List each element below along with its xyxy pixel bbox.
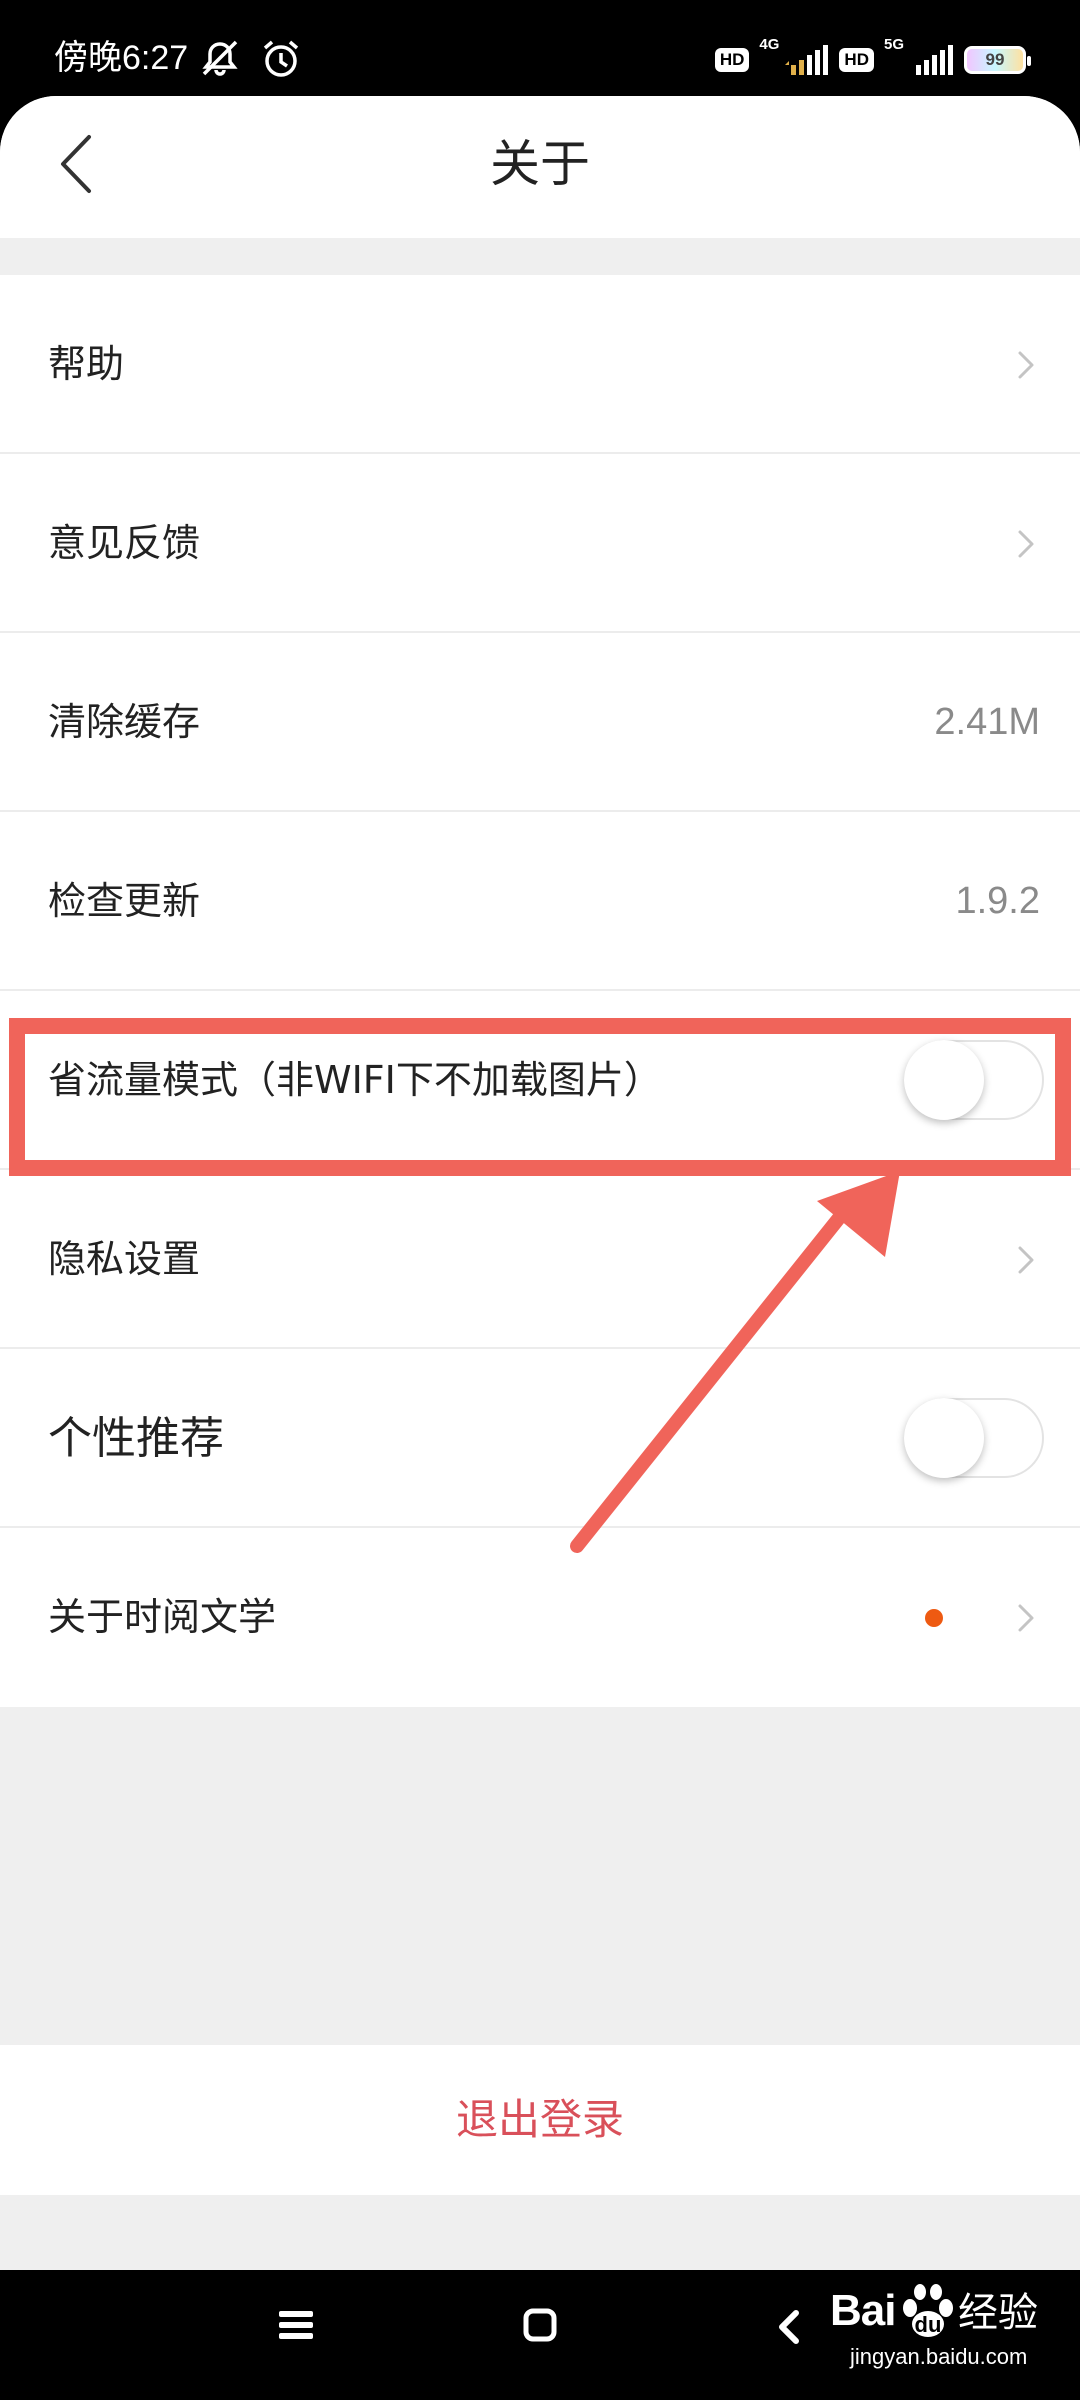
logout-button[interactable]: 退出登录: [0, 2045, 1080, 2195]
personalized-recommendation-toggle[interactable]: [904, 1398, 1044, 1478]
hd-badge: HD: [714, 48, 750, 72]
row-label: 个性推荐: [48, 1413, 224, 1464]
row-label: 省流量模式（非WIFI下不加载图片）: [48, 1058, 662, 1102]
row-label: 检查更新: [48, 879, 201, 923]
status-bar: 傍晚6:27 HD 4G HD 5G 99: [0, 0, 1080, 96]
settings-list: 帮助 意见反馈 清除缓存 2.41M 检查更新 1.9.2 省流量模式（非WIF…: [0, 275, 1080, 1707]
battery-level: 99: [985, 50, 1005, 69]
watermark-url: jingyan.baidu.com: [850, 2344, 1028, 2369]
home-icon[interactable]: [522, 2307, 558, 2343]
privacy-settings-row[interactable]: 隐私设置: [0, 1170, 1080, 1349]
row-label: 意见反馈: [48, 521, 201, 565]
menu-icon[interactable]: [277, 2307, 315, 2343]
check-update-row[interactable]: 检查更新 1.9.2: [0, 812, 1080, 991]
alarm-icon: [263, 40, 299, 77]
header: 关于: [0, 96, 1080, 238]
signal-icon-2: [916, 45, 953, 75]
paw-logo-icon: du: [903, 2284, 953, 2337]
row-label: 清除缓存: [48, 700, 201, 744]
personalized-recommendation-row: 个性推荐: [0, 1349, 1080, 1528]
status-right-group: HD 4G HD 5G 99: [714, 36, 1031, 80]
watermark-brand: Bai: [830, 2286, 896, 2335]
battery-icon: 99: [964, 46, 1031, 74]
svg-text:du: du: [915, 2312, 942, 2337]
row-label: 关于时阅文学: [48, 1595, 277, 1639]
network-type-label-2: 5G: [883, 36, 904, 53]
clear-cache-row[interactable]: 清除缓存 2.41M: [0, 633, 1080, 812]
about-screen: 关于 帮助 意见反馈 清除缓存 2.41M 检查更新 1.9.2 省流量模式（非…: [0, 96, 1080, 2270]
logout-bar: 退出登录: [0, 2045, 1080, 2195]
help-row[interactable]: 帮助: [0, 275, 1080, 454]
network-type-label: 4G: [759, 36, 780, 53]
watermark-suffix: 经验: [958, 2290, 1038, 2336]
hd-badge-2: HD: [839, 48, 874, 72]
new-badge-dot: [925, 1609, 943, 1627]
cache-size-value: 2.41M: [934, 701, 1040, 743]
chevron-right-icon: [1018, 1604, 1034, 1632]
data-saver-row: 省流量模式（非WIFI下不加载图片）: [0, 991, 1080, 1170]
signal-icon: [785, 45, 829, 75]
page-title: 关于: [490, 135, 590, 193]
toggle-knob: [904, 1398, 984, 1478]
version-value: 1.9.2: [955, 880, 1040, 922]
chevron-right-icon: [1018, 1246, 1034, 1274]
feedback-row[interactable]: 意见反馈: [0, 454, 1080, 633]
baidu-jingyan-watermark: du Bai 经验 jingyan.baidu.com: [780, 2284, 1050, 2374]
toggle-knob: [904, 1040, 984, 1120]
data-saver-toggle[interactable]: [904, 1040, 1044, 1120]
status-time: 傍晚6:27: [54, 39, 189, 77]
row-label: 隐私设置: [48, 1237, 201, 1281]
chevron-right-icon: [1018, 351, 1034, 379]
chevron-right-icon: [1018, 530, 1034, 558]
about-app-row[interactable]: 关于时阅文学: [0, 1528, 1080, 1707]
mute-notification-icon: [202, 40, 238, 76]
row-label: 帮助: [48, 342, 125, 386]
